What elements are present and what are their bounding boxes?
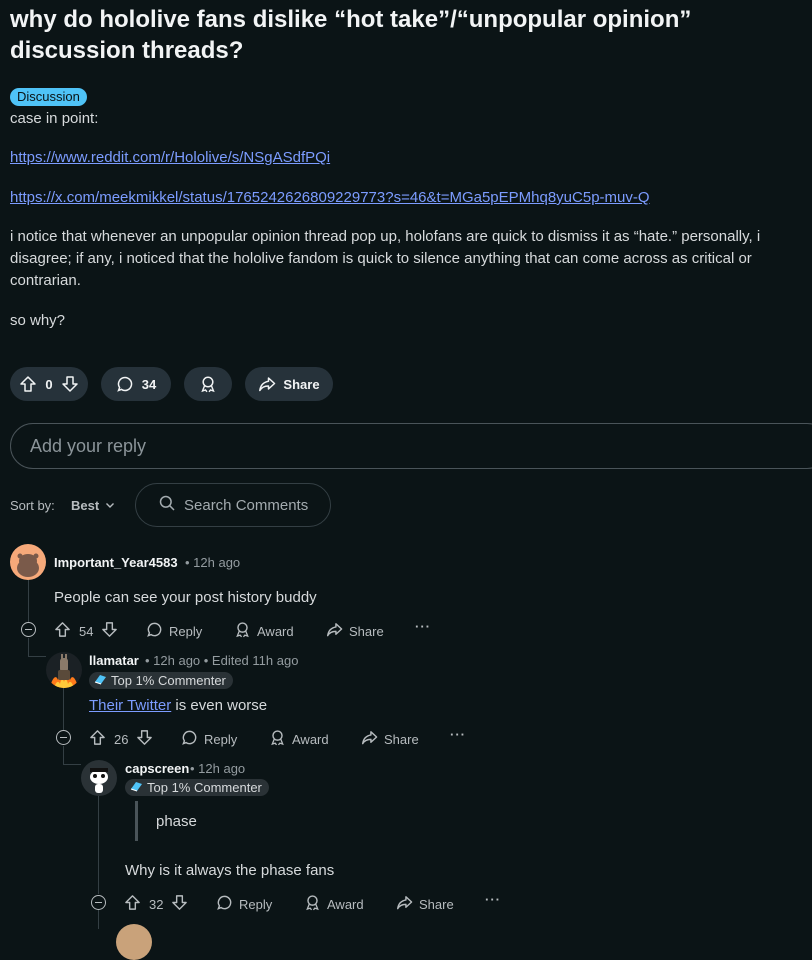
- comment-meta: • 12h ago: [190, 761, 246, 776]
- downvote-icon[interactable]: [136, 729, 153, 749]
- post-closing: so why?: [10, 312, 66, 329]
- award-icon: [304, 894, 321, 914]
- post-share-button[interactable]: Share: [245, 367, 333, 401]
- comment-username[interactable]: Important_Year4583: [54, 555, 178, 570]
- post-link-x[interactable]: https://x.com/meekmikkel/status/17652426…: [10, 187, 650, 209]
- vote-count: 32: [149, 896, 164, 912]
- share-label: Share: [384, 731, 419, 747]
- share-icon: [396, 894, 413, 914]
- award-button[interactable]: Award: [304, 894, 364, 914]
- post-vote-count: 0: [45, 376, 53, 392]
- comment-username[interactable]: capscreen: [125, 761, 189, 776]
- post-flair[interactable]: Discussion: [10, 88, 87, 106]
- downvote-icon[interactable]: [171, 894, 188, 914]
- award-icon: [269, 729, 286, 749]
- upvote-icon[interactable]: [124, 894, 141, 914]
- comment-icon: [116, 375, 134, 393]
- post-comment-count: 34: [141, 376, 157, 392]
- more-options-icon[interactable]: ···: [485, 892, 501, 907]
- comment-vote: 54: [54, 621, 118, 641]
- reply-button[interactable]: Reply: [216, 894, 272, 914]
- sort-label: Sort by:: [10, 498, 55, 513]
- comment-quote: phase: [156, 813, 197, 830]
- downvote-icon[interactable]: [61, 375, 79, 393]
- comment-vote: 26: [89, 729, 153, 749]
- post-award-button[interactable]: [184, 367, 232, 401]
- upvote-icon[interactable]: [54, 621, 71, 641]
- upvote-icon[interactable]: [89, 729, 106, 749]
- post-paragraph: i notice that whenever an unpopular opin…: [10, 228, 761, 289]
- upvote-icon[interactable]: [19, 375, 37, 393]
- reply-label: Reply: [239, 896, 273, 912]
- search-icon: [158, 494, 176, 516]
- comment-meta: • 12h ago: [185, 555, 241, 570]
- reply-button[interactable]: Reply: [181, 729, 237, 749]
- post-comments-button[interactable]: 34: [101, 367, 171, 401]
- award-icon: [234, 621, 251, 641]
- share-label: Share: [419, 896, 454, 912]
- badge-icon: [94, 673, 107, 689]
- reply-label: Reply: [169, 623, 203, 639]
- quote-bar: [135, 801, 138, 841]
- comment-meta: • 12h ago • Edited 11h ago: [145, 653, 299, 668]
- top-commenter-badge: Top 1% Commenter: [125, 779, 269, 796]
- share-label: Share: [349, 623, 384, 639]
- comment-text: People can see your post history buddy: [54, 589, 317, 606]
- comment-text: Why is it always the phase fans: [125, 862, 335, 879]
- search-placeholder: Search Comments: [184, 496, 309, 514]
- award-label: Award: [257, 623, 294, 639]
- chevron-down-icon: [105, 498, 115, 513]
- badge-label: Top 1% Commenter: [147, 780, 262, 795]
- sort-value: Best: [71, 498, 100, 513]
- collapse-thread-icon[interactable]: [56, 730, 71, 745]
- vote-count: 54: [79, 623, 94, 639]
- award-label: Award: [292, 731, 329, 747]
- post-title: why do hololive fans dislike “hot take”/…: [10, 6, 692, 64]
- post-intro: case in point:: [10, 110, 99, 127]
- comment-text-rest: is even worse: [171, 697, 268, 714]
- comment-icon: [216, 894, 233, 914]
- award-icon: [199, 375, 217, 393]
- downvote-icon[interactable]: [101, 621, 118, 641]
- reply-label: Reply: [204, 731, 238, 747]
- share-label: Share: [283, 376, 320, 392]
- more-options-icon[interactable]: ···: [415, 619, 431, 634]
- comment-vote: 32: [124, 894, 188, 914]
- reply-button[interactable]: Reply: [146, 621, 202, 641]
- share-icon: [258, 375, 276, 393]
- comment-icon: [181, 729, 198, 749]
- top-commenter-badge: Top 1% Commenter: [89, 672, 233, 689]
- share-icon: [361, 729, 378, 749]
- twitter-link[interactable]: Their Twitter: [89, 697, 171, 714]
- post-link-reddit[interactable]: https://www.reddit.com/r/Hololive/s/NSgA…: [10, 147, 330, 169]
- comment-text: Their Twitter is even worse: [89, 697, 267, 714]
- award-label: Award: [327, 896, 364, 912]
- search-comments-input[interactable]: Search Comments: [135, 483, 331, 527]
- avatar[interactable]: [46, 652, 82, 688]
- share-button[interactable]: Share: [396, 894, 454, 914]
- avatar[interactable]: [81, 760, 117, 796]
- sort-dropdown[interactable]: Best: [71, 498, 115, 513]
- avatar[interactable]: [10, 544, 46, 580]
- comment-username[interactable]: llamatar: [89, 653, 139, 668]
- share-button[interactable]: Share: [326, 621, 384, 641]
- badge-label: Top 1% Commenter: [111, 673, 226, 688]
- award-button[interactable]: Award: [269, 729, 329, 749]
- award-button[interactable]: Award: [234, 621, 294, 641]
- badge-icon: [130, 780, 143, 796]
- share-button[interactable]: Share: [361, 729, 419, 749]
- share-icon: [326, 621, 343, 641]
- avatar[interactable]: [116, 924, 152, 960]
- post-vote-pill: 0: [10, 367, 88, 401]
- collapse-thread-icon[interactable]: [21, 622, 36, 637]
- comment-icon: [146, 621, 163, 641]
- reply-input[interactable]: Add your reply: [10, 423, 812, 469]
- vote-count: 26: [114, 731, 129, 747]
- collapse-thread-icon[interactable]: [91, 895, 106, 910]
- more-options-icon[interactable]: ···: [450, 727, 466, 742]
